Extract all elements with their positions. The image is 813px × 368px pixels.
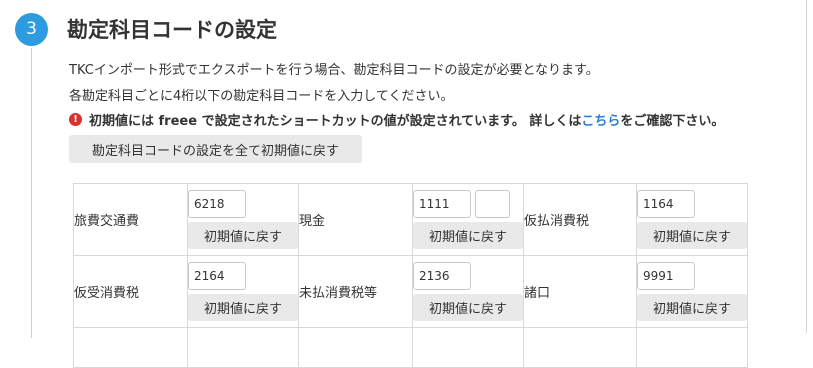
table-row (73, 327, 748, 368)
account-code-input[interactable] (413, 262, 471, 290)
warning-text: 初期値には freee で設定されたショートカットの値が設定されています。 詳し… (89, 114, 582, 129)
warning-text-suffix: をご確認下さい。 (620, 114, 725, 129)
account-name: 未払消費税等 (298, 255, 413, 328)
empty-cell (73, 327, 188, 368)
details-link[interactable]: こちら (581, 110, 620, 129)
exclamation-circle-icon: ! (69, 113, 82, 126)
table-row: 旅費交通費 初期値に戻す 現金 初期値に戻す 仮払消費税 初期値に戻す (73, 183, 748, 256)
account-code-input[interactable] (637, 262, 695, 290)
table-row: 仮受消費税 初期値に戻す 未払消費税等 初期値に戻す 諸口 初期値に戻す (73, 255, 748, 328)
right-divider (806, 0, 807, 333)
empty-cell (636, 327, 748, 368)
account-code-cell: 初期値に戻す (636, 183, 748, 256)
account-name: 諸口 (523, 255, 637, 328)
account-code-cell: 初期値に戻す (412, 183, 524, 256)
warning-message: ! 初期値には freee で設定されたショートカットの値が設定されています。 … (69, 110, 724, 129)
reset-to-default-button[interactable]: 初期値に戻す (413, 294, 523, 321)
account-code-cell: 初期値に戻す (636, 255, 748, 328)
account-code-table: 旅費交通費 初期値に戻す 現金 初期値に戻す 仮払消費税 初期値に戻す 仮受消費… (73, 183, 748, 368)
reset-to-default-button[interactable]: 初期値に戻す (413, 222, 523, 249)
account-code-input-group (413, 190, 523, 218)
reset-to-default-button[interactable]: 初期値に戻す (188, 222, 298, 249)
account-code-input[interactable] (188, 190, 246, 218)
account-code-input[interactable] (413, 190, 471, 218)
reset-to-default-button[interactable]: 初期値に戻す (188, 294, 298, 321)
empty-cell (298, 327, 413, 368)
reset-to-default-button[interactable]: 初期値に戻す (637, 222, 747, 249)
timeline-line (31, 48, 32, 338)
account-name: 現金 (298, 183, 413, 256)
description-line-1: TKCインポート形式でエクスポートを行う場合、勘定科目コードの設定が必要となりま… (69, 63, 599, 78)
description-line-2: 各勘定科目ごとに4桁以下の勘定科目コードを入力してください。 (69, 89, 454, 104)
reset-all-codes-button[interactable]: 勘定科目コードの設定を全て初期値に戻す (69, 135, 362, 163)
account-code-cell: 初期値に戻す (187, 255, 299, 328)
sub-account-code-input[interactable] (475, 190, 510, 218)
empty-cell (523, 327, 637, 368)
empty-cell (412, 327, 524, 368)
account-code-cell: 初期値に戻す (412, 255, 524, 328)
reset-to-default-button[interactable]: 初期値に戻す (637, 294, 747, 321)
section-title: 勘定科目コードの設定 (67, 18, 277, 42)
step-number-badge: 3 (15, 13, 48, 46)
account-name: 仮受消費税 (73, 255, 188, 328)
account-code-input[interactable] (637, 190, 695, 218)
account-name: 旅費交通費 (73, 183, 188, 256)
account-code-input[interactable] (188, 262, 246, 290)
account-name: 仮払消費税 (523, 183, 637, 256)
account-code-cell: 初期値に戻す (187, 183, 299, 256)
empty-cell (187, 327, 299, 368)
